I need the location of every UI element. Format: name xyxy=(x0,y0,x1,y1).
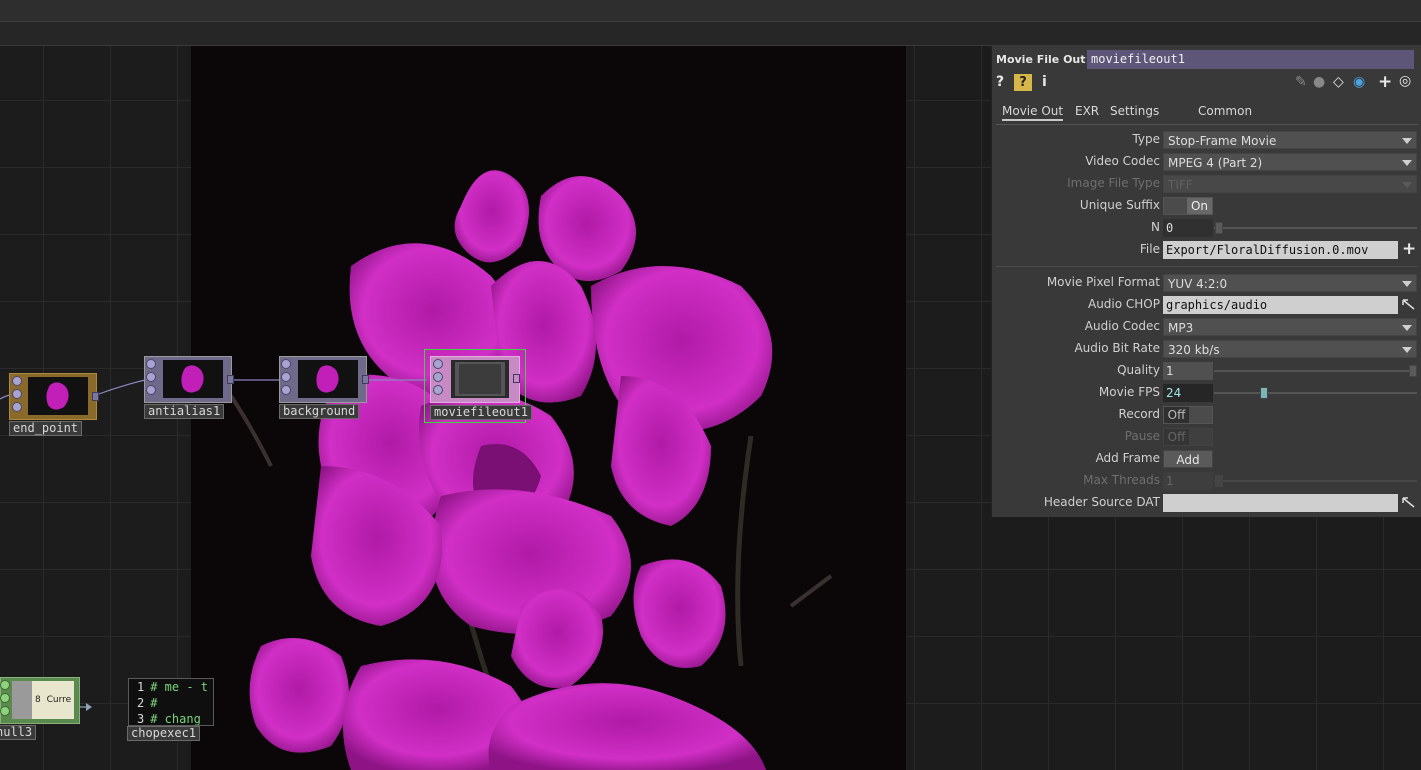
param-add-frame: Add Frame Add xyxy=(992,448,1421,470)
target-icon[interactable]: ◎ xyxy=(1399,73,1411,89)
node-chopexec1[interactable]: 1 # me - t 2 # 3 # chang xyxy=(128,678,214,726)
node-moviefileout1[interactable]: moviefileout1 xyxy=(424,349,532,423)
param-movie-pixel-format: Movie Pixel Format YUV 4:2:0 xyxy=(992,272,1421,294)
clear-icon[interactable]: ◇ xyxy=(1333,74,1344,90)
chevron-down-icon xyxy=(1402,182,1412,188)
record-toggle[interactable]: Off xyxy=(1163,406,1213,424)
pencil-icon[interactable]: ✎ xyxy=(1295,74,1307,90)
file-field[interactable]: Export/FloralDiffusion.0.mov xyxy=(1163,241,1398,259)
video-codec-menu[interactable]: MPEG 4 (Part 2) xyxy=(1163,153,1417,171)
chevron-down-icon xyxy=(1402,160,1412,166)
n-slider-track[interactable] xyxy=(1214,227,1417,229)
param-quality: Quality 1 xyxy=(992,360,1421,382)
info-icon[interactable]: i xyxy=(1042,74,1047,90)
param-record: Record Off xyxy=(992,404,1421,426)
movie-fps-field[interactable]: 24 xyxy=(1163,384,1213,402)
tab-exr[interactable]: EXR xyxy=(1075,104,1099,118)
pause-toggle: Off xyxy=(1163,428,1213,446)
movie-pixel-format-menu[interactable]: YUV 4:2:0 xyxy=(1163,274,1417,292)
arrow-picker-icon[interactable] xyxy=(1402,298,1416,311)
param-video-codec: Video Codec MPEG 4 (Part 2) xyxy=(992,151,1421,173)
param-header-source-dat: Header Source DAT xyxy=(992,492,1421,514)
audio-codec-menu[interactable]: MP3 xyxy=(1163,318,1417,336)
node-label: background xyxy=(279,404,360,419)
add-icon[interactable]: + xyxy=(1378,72,1392,92)
node-label: end_point xyxy=(9,421,83,436)
movie-fps-slider-knob[interactable] xyxy=(1260,387,1268,399)
image-file-type-menu: TIFF xyxy=(1163,175,1417,193)
chevron-down-icon xyxy=(1402,325,1412,331)
node-thumbnail xyxy=(163,360,223,398)
quality-field[interactable]: 1 xyxy=(1163,362,1213,380)
audio-bit-rate-menu[interactable]: 320 kb/s xyxy=(1163,340,1417,358)
type-menu[interactable]: Stop-Frame Movie xyxy=(1163,131,1417,149)
chevron-down-icon xyxy=(1402,347,1412,353)
header-source-dat-field[interactable] xyxy=(1163,494,1398,512)
add-frame-button[interactable]: Add xyxy=(1163,450,1213,468)
param-unique-suffix: Unique Suffix On xyxy=(992,195,1421,217)
operator-type: Movie File Out xyxy=(996,53,1086,66)
tab-settings[interactable]: Settings xyxy=(1110,104,1159,118)
param-max-threads: Max Threads 1 xyxy=(992,470,1421,492)
max-threads-field: 1 xyxy=(1163,472,1213,490)
operator-name-field[interactable]: moviefileout1 xyxy=(1087,50,1414,69)
param-audio-chop: Audio CHOP graphics/audio xyxy=(992,294,1421,316)
node-label: moviefileout1 xyxy=(430,405,532,420)
param-pause: Pause Off xyxy=(992,426,1421,448)
max-threads-slider-knob xyxy=(1215,475,1223,487)
chevron-down-icon xyxy=(1402,138,1412,144)
node-end-point[interactable]: end_point xyxy=(9,373,99,436)
node-label: chopexec1 xyxy=(127,726,201,741)
n-slider-knob[interactable] xyxy=(1215,222,1223,234)
node-label: null3 xyxy=(0,725,37,740)
quality-slider-knob[interactable] xyxy=(1409,365,1417,377)
top-menu-bar xyxy=(0,0,1421,22)
arrow-picker-icon[interactable] xyxy=(1402,496,1416,509)
param-file: File Export/FloralDiffusion.0.mov + xyxy=(1139,239,1417,259)
node-antialias1[interactable]: antialias1 xyxy=(144,356,234,419)
null-text: Curre xyxy=(46,695,72,705)
code-line: 1 # me - t xyxy=(137,680,209,694)
n-field[interactable]: 0 xyxy=(1163,219,1213,237)
file-browse-plus-icon[interactable]: + xyxy=(1402,239,1416,259)
param-audio-bit-rate: Audio Bit Rate 320 kb/s xyxy=(992,338,1421,360)
code-line: 3 # chang xyxy=(137,712,201,726)
node-thumbnail: 8 Curre xyxy=(12,681,74,719)
param-audio-codec: Audio Codec MP3 xyxy=(992,316,1421,338)
tab-common[interactable]: Common xyxy=(1198,104,1252,118)
node-background[interactable]: background xyxy=(279,356,369,419)
param-type: Type Stop-Frame Movie xyxy=(992,129,1421,151)
node-label: antialias1 xyxy=(144,404,225,419)
comment-icon[interactable]: ● xyxy=(1313,74,1325,90)
parameter-panel: Movie File Out moviefileout1 ? ? i ✎ ● ◇… xyxy=(991,46,1421,517)
tab-movie-out[interactable]: Movie Out xyxy=(1002,104,1064,121)
param-image-file-type: Image File Type TIFF xyxy=(992,173,1421,195)
node-null3[interactable]: 8 Curre null3 xyxy=(0,677,82,740)
python-help-icon[interactable]: ? xyxy=(1014,74,1032,91)
help-icon[interactable]: ? xyxy=(996,74,1004,90)
null-value: 8 xyxy=(35,695,41,705)
unique-suffix-toggle[interactable]: On xyxy=(1163,197,1213,215)
audio-chop-field[interactable]: graphics/audio xyxy=(1163,296,1398,314)
node-chopexec1-label-wrap: chopexec1 xyxy=(127,726,217,742)
param-n: N 0 xyxy=(992,217,1421,239)
code-line: 2 # xyxy=(137,696,158,710)
quality-slider-track[interactable] xyxy=(1214,370,1417,372)
chevron-down-icon xyxy=(1402,281,1412,287)
node-thumbnail xyxy=(298,360,358,398)
python-icon[interactable]: ◉ xyxy=(1353,74,1365,90)
node-thumbnail xyxy=(28,377,88,415)
node-thumbnail xyxy=(451,360,509,398)
max-threads-slider-track xyxy=(1214,480,1417,482)
network-path-bar: 0 xyxy=(0,22,1421,63)
movie-fps-slider-track[interactable] xyxy=(1214,392,1417,394)
param-movie-fps: Movie FPS 24 xyxy=(992,382,1421,404)
